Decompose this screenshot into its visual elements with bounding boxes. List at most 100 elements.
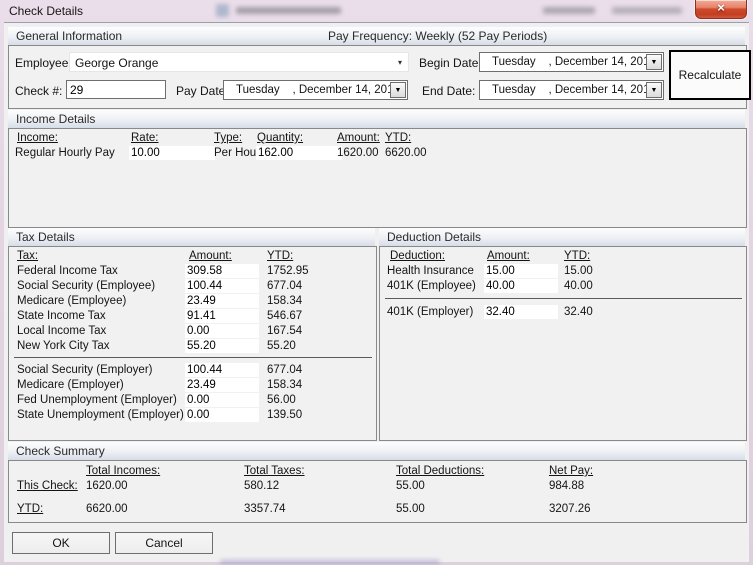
deduction-name: 401K (Employer) xyxy=(387,305,473,320)
column-header: Deduction: xyxy=(390,249,445,264)
summary-value: 3207.26 xyxy=(549,502,591,517)
tax-header-row: Tax: Amount: YTD: xyxy=(9,249,376,264)
quantity-input[interactable] xyxy=(256,146,342,160)
ok-button[interactable]: OK xyxy=(12,532,110,554)
tax-amount-input[interactable] xyxy=(185,264,259,278)
employee-combobox[interactable]: George Orange ▾ xyxy=(69,52,409,72)
deduction-header-row: Deduction: Amount: YTD: xyxy=(380,249,746,264)
employee-value: George Orange xyxy=(75,56,158,70)
close-icon: × xyxy=(717,0,725,15)
summary-row-label: YTD: xyxy=(17,502,43,517)
tax-ytd: 55.20 xyxy=(267,339,296,354)
income-header-row: Income: Rate: Type: Quantity: Amount: YT… xyxy=(9,131,746,146)
tax-row: Federal Income Tax 1752.95 xyxy=(9,264,376,279)
income-name: Regular Hourly Pay xyxy=(15,146,115,161)
tax-ytd: 56.00 xyxy=(267,393,296,408)
income-row: Regular Hourly Pay Per Hour 1620.00 6620… xyxy=(9,146,746,161)
tax-amount-input[interactable] xyxy=(185,279,259,293)
pay-date-value: Tuesday , December 14, 2010 xyxy=(236,81,400,99)
check-number-input[interactable] xyxy=(66,80,166,99)
tax-ytd: 546.67 xyxy=(267,309,302,324)
tax-name: State Income Tax xyxy=(17,309,106,324)
begin-date-value: Tuesday , December 14, 2010 xyxy=(492,53,656,71)
section-title: Tax Details xyxy=(16,228,75,246)
tax-amount-input[interactable] xyxy=(185,294,259,308)
tax-details-header: Tax Details xyxy=(8,228,375,247)
deduction-separator xyxy=(385,298,742,299)
income-amount: 1620.00 xyxy=(337,146,379,161)
summary-row-label: This Check: xyxy=(17,479,78,494)
deduction-amount-input[interactable] xyxy=(484,279,558,293)
column-header: Amount: xyxy=(487,249,530,264)
section-title: Income Details xyxy=(16,110,95,128)
column-header: Total Incomes: xyxy=(86,464,160,479)
deduction-amount-input[interactable] xyxy=(484,264,558,278)
background-window-text-blur xyxy=(612,7,682,14)
summary-row: YTD: 6620.00 3357.74 55.00 3207.26 xyxy=(9,502,746,517)
tax-name: Fed Unemployment (Employer) xyxy=(17,393,177,408)
tax-amount-input[interactable] xyxy=(185,309,259,323)
end-date-label: End Date: xyxy=(422,84,475,98)
end-date-combobox[interactable]: Tuesday , December 14, 2010 ▼ xyxy=(479,80,664,100)
check-details-dialog: Check Details × General Information Pay … xyxy=(0,0,753,565)
begin-date-label: Begin Date: xyxy=(419,56,482,70)
tax-ytd: 677.04 xyxy=(267,279,302,294)
tax-name: State Unemployment (Employer) xyxy=(17,408,184,423)
deduction-row: 401K (Employee) 40.00 xyxy=(380,279,746,294)
dialog-client-area: General Information Pay Frequency: Weekl… xyxy=(4,22,749,562)
tax-row: Social Security (Employer) 677.04 xyxy=(9,363,376,378)
section-title: Check Summary xyxy=(16,442,105,460)
tax-ytd: 167.54 xyxy=(267,324,302,339)
recalculate-button[interactable]: Recalculate xyxy=(669,50,751,100)
deduction-row: 401K (Employer) 32.40 xyxy=(380,305,746,320)
window-title: Check Details xyxy=(9,4,83,18)
tax-amount-input[interactable] xyxy=(185,339,259,353)
employee-label: Employee: xyxy=(15,56,72,70)
tax-name: Social Security (Employer) xyxy=(17,363,152,378)
tax-amount-input[interactable] xyxy=(185,393,259,407)
summary-value: 984.88 xyxy=(549,479,584,494)
summary-value: 55.00 xyxy=(396,479,425,494)
tax-amount-input[interactable] xyxy=(185,408,259,422)
close-button[interactable]: × xyxy=(695,0,747,19)
deduction-ytd: 15.00 xyxy=(564,264,593,279)
summary-header-row: Total Incomes: Total Taxes: Total Deduct… xyxy=(9,464,746,479)
tax-amount-input[interactable] xyxy=(185,378,259,392)
column-header: Type: xyxy=(214,131,242,146)
dropdown-arrow-icon[interactable]: ▼ xyxy=(646,82,662,98)
tax-row: Fed Unemployment (Employer) 56.00 xyxy=(9,393,376,408)
summary-value: 580.12 xyxy=(244,479,279,494)
background-window-text-blur xyxy=(543,7,595,14)
title-bar[interactable]: Check Details × xyxy=(0,0,753,22)
dropdown-arrow-icon[interactable]: ▼ xyxy=(646,54,662,70)
column-header: YTD: xyxy=(267,249,293,264)
combo-arrow-icon: ▾ xyxy=(398,53,402,73)
pay-date-combobox[interactable]: Tuesday , December 14, 2010 ▼ xyxy=(223,80,408,100)
tax-amount-input[interactable] xyxy=(185,363,259,377)
tax-name: New York City Tax xyxy=(17,339,109,354)
tax-amount-input[interactable] xyxy=(185,324,259,338)
tax-name: Social Security (Employee) xyxy=(17,279,155,294)
begin-date-combobox[interactable]: Tuesday , December 14, 2010 ▼ xyxy=(479,52,664,72)
tax-row: Local Income Tax 167.54 xyxy=(9,324,376,339)
income-ytd: 6620.00 xyxy=(385,146,427,161)
summary-row: This Check: 1620.00 580.12 55.00 984.88 xyxy=(9,479,746,494)
background-window-text-blur xyxy=(236,7,341,14)
tax-name: Medicare (Employer) xyxy=(17,378,124,393)
cancel-button[interactable]: Cancel xyxy=(115,532,213,554)
check-summary-group: Total Incomes: Total Taxes: Total Deduct… xyxy=(8,460,747,523)
income-details-group: Income: Rate: Type: Quantity: Amount: YT… xyxy=(8,128,747,228)
column-header: YTD: xyxy=(385,131,411,146)
pay-frequency-text: Pay Frequency: Weekly (52 Pay Periods) xyxy=(328,27,547,45)
tax-row: Medicare (Employer) 158.34 xyxy=(9,378,376,393)
tax-details-group: Tax: Amount: YTD: Federal Income Tax 175… xyxy=(8,246,377,441)
end-date-value: Tuesday , December 14, 2010 xyxy=(492,81,656,99)
deduction-amount-input[interactable] xyxy=(484,305,558,319)
section-title: Deduction Details xyxy=(387,228,481,246)
dropdown-arrow-icon[interactable]: ▼ xyxy=(390,82,406,98)
tax-row: State Unemployment (Employer) 139.50 xyxy=(9,408,376,423)
column-header: Tax: xyxy=(17,249,38,264)
tax-ytd: 677.04 xyxy=(267,363,302,378)
rate-input[interactable] xyxy=(129,146,215,160)
section-title: General Information xyxy=(16,27,122,45)
